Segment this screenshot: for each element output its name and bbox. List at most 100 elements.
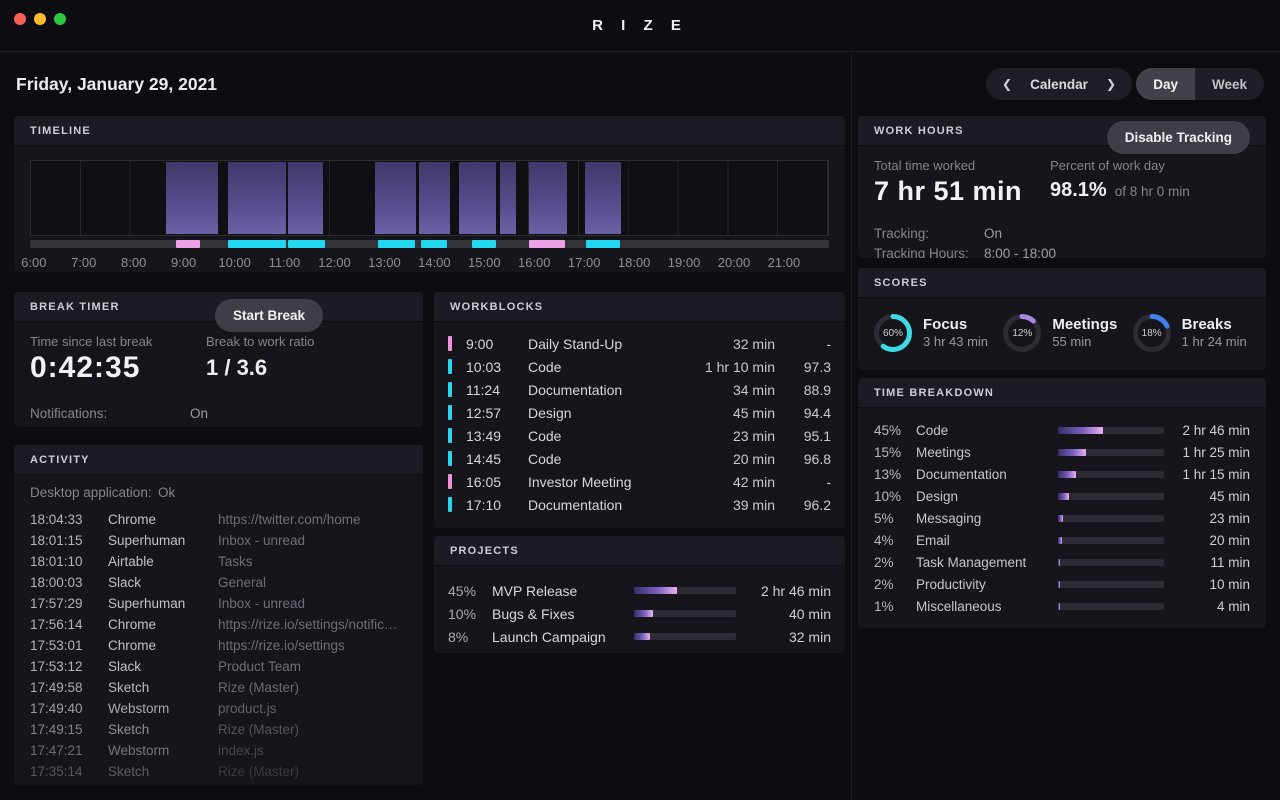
activity-detail: product.js bbox=[218, 701, 407, 716]
panel-title: TIMELINE bbox=[30, 125, 91, 137]
workblock-score: 97.3 bbox=[775, 359, 831, 375]
breakdown-time: 1 hr 25 min bbox=[1164, 445, 1250, 460]
project-percent: 45% bbox=[448, 583, 492, 599]
breakdown-category: Documentation bbox=[916, 467, 1058, 482]
activity-app: Sketch bbox=[108, 764, 218, 779]
breakdown-row: 1% Miscellaneous 4 min bbox=[874, 595, 1250, 617]
workblock-row[interactable]: 10:03 Code 1 hr 10 min 97.3 bbox=[448, 355, 831, 378]
breakdown-bar-fill bbox=[1058, 537, 1062, 544]
activity-row: 17:53:01 Chrome https://rize.io/settings bbox=[30, 635, 407, 656]
breakdown-bar bbox=[1058, 581, 1164, 588]
activity-detail: Inbox - unread bbox=[218, 596, 407, 611]
workblock-category-icon bbox=[448, 497, 452, 512]
activity-time: 17:53:12 bbox=[30, 659, 108, 674]
project-bar-fill bbox=[634, 610, 653, 617]
workblock-duration: 34 min bbox=[675, 382, 775, 398]
tab-day[interactable]: Day bbox=[1136, 68, 1195, 100]
tab-week[interactable]: Week bbox=[1195, 68, 1264, 100]
panel-title: WORKBLOCKS bbox=[450, 301, 543, 313]
workblock-score: 96.8 bbox=[775, 451, 831, 467]
chevron-right-icon[interactable]: ❯ bbox=[1106, 77, 1116, 91]
activity-panel: ACTIVITY Desktop application: Ok 18:04:3… bbox=[14, 445, 423, 785]
workblock-category-icon bbox=[448, 336, 452, 351]
activity-detail: Inbox - unread bbox=[218, 533, 407, 548]
workblock-row[interactable]: 17:10 Documentation 39 min 96.2 bbox=[448, 493, 831, 516]
breakdown-time: 4 min bbox=[1164, 599, 1250, 614]
ratio-label: Break to work ratio bbox=[206, 334, 314, 349]
tracking-hours-label: Tracking Hours: bbox=[874, 244, 984, 258]
activity-app: Slack bbox=[108, 575, 218, 590]
workblock-row[interactable]: 16:05 Investor Meeting 42 min - bbox=[448, 470, 831, 493]
activity-row: 17:35:14 Sketch Rize (Master) bbox=[30, 761, 407, 782]
timeline-workblock bbox=[585, 162, 621, 234]
score-percent: 60% bbox=[872, 312, 914, 354]
project-time: 40 min bbox=[736, 606, 831, 622]
panel-title: WORK HOURS bbox=[874, 125, 964, 137]
breakdown-bar-fill bbox=[1058, 471, 1076, 478]
workblock-category-icon bbox=[448, 428, 452, 443]
breakdown-row: 45% Code 2 hr 46 min bbox=[874, 419, 1250, 441]
timeline-chart[interactable] bbox=[30, 160, 829, 236]
activity-row: 17:49:40 Webstorm product.js bbox=[30, 698, 407, 719]
workblock-time: 16:05 bbox=[466, 474, 528, 490]
activity-app: Sketch bbox=[108, 722, 218, 737]
timeline-hour-label: 10:00 bbox=[218, 255, 251, 270]
total-time-value: 7 hr 51 min bbox=[874, 176, 1022, 207]
panel-title: BREAK TIMER bbox=[30, 301, 120, 313]
start-break-button[interactable]: Start Break bbox=[215, 299, 323, 332]
activity-row: 17:53:12 Slack Product Team bbox=[30, 656, 407, 677]
activity-row: 17:49:58 Sketch Rize (Master) bbox=[30, 677, 407, 698]
activity-app: Webstorm bbox=[108, 743, 218, 758]
workblock-duration: 42 min bbox=[675, 474, 775, 490]
notifications-label: Notifications: bbox=[30, 404, 190, 424]
workblock-row[interactable]: 14:45 Code 20 min 96.8 bbox=[448, 447, 831, 470]
workblock-name: Code bbox=[528, 428, 675, 444]
workblock-row[interactable]: 12:57 Design 45 min 94.4 bbox=[448, 401, 831, 424]
tracking-hours-value: 8:00 - 18:00 bbox=[984, 244, 1056, 258]
activity-time: 17:53:01 bbox=[30, 638, 108, 653]
breakdown-bar-fill bbox=[1058, 449, 1086, 456]
workblock-name: Documentation bbox=[528, 382, 675, 398]
day-week-toggle: Day Week bbox=[1136, 68, 1264, 100]
workblock-category-icon bbox=[448, 474, 452, 489]
chevron-left-icon[interactable]: ❮ bbox=[1002, 77, 1012, 91]
activity-time: 17:47:21 bbox=[30, 743, 108, 758]
activity-detail: https://rize.io/settings bbox=[218, 638, 407, 653]
breakdown-category: Design bbox=[916, 489, 1058, 504]
workblock-score: 95.1 bbox=[775, 428, 831, 444]
timeline-hour-label: 12:00 bbox=[318, 255, 351, 270]
workblock-category-icon bbox=[448, 451, 452, 466]
project-row: 10% Bugs & Fixes 40 min bbox=[448, 602, 831, 625]
project-percent: 8% bbox=[448, 629, 492, 645]
disable-tracking-button[interactable]: Disable Tracking bbox=[1107, 121, 1250, 154]
since-break-label: Time since last break bbox=[30, 334, 152, 349]
tracking-value: On bbox=[984, 224, 1002, 244]
breakdown-percent: 2% bbox=[874, 577, 916, 592]
workblock-name: Code bbox=[528, 451, 675, 467]
activity-app: Webstorm bbox=[108, 701, 218, 716]
breakdown-bar bbox=[1058, 449, 1164, 456]
panel-title: TIME BREAKDOWN bbox=[874, 387, 994, 399]
workblock-time: 9:00 bbox=[466, 336, 528, 352]
breakdown-bar bbox=[1058, 493, 1164, 500]
timeline-hour-label: 7:00 bbox=[71, 255, 96, 270]
workblock-duration: 45 min bbox=[675, 405, 775, 421]
activity-time: 18:01:10 bbox=[30, 554, 108, 569]
activity-detail: Rize (Master) bbox=[218, 680, 407, 695]
desktop-app-status-label: Desktop application: bbox=[30, 485, 158, 500]
workblock-score: 94.4 bbox=[775, 405, 831, 421]
workblock-row[interactable]: 13:49 Code 23 min 95.1 bbox=[448, 424, 831, 447]
timeline-workblock bbox=[228, 162, 286, 234]
workblock-row[interactable]: 9:00 Daily Stand-Up 32 min - bbox=[448, 332, 831, 355]
timeline-category-segment bbox=[378, 240, 415, 248]
workblock-score: 88.9 bbox=[775, 382, 831, 398]
activity-app: Chrome bbox=[108, 617, 218, 632]
project-time: 2 hr 46 min bbox=[736, 583, 831, 599]
activity-time: 17:56:14 bbox=[30, 617, 108, 632]
workblock-row[interactable]: 11:24 Documentation 34 min 88.9 bbox=[448, 378, 831, 401]
breakdown-row: 13% Documentation 1 hr 15 min bbox=[874, 463, 1250, 485]
workblock-category-icon bbox=[448, 359, 452, 374]
calendar-button[interactable]: Calendar bbox=[1030, 77, 1088, 92]
score-ring-chart: 12% bbox=[1001, 312, 1043, 354]
column-divider bbox=[851, 53, 852, 800]
